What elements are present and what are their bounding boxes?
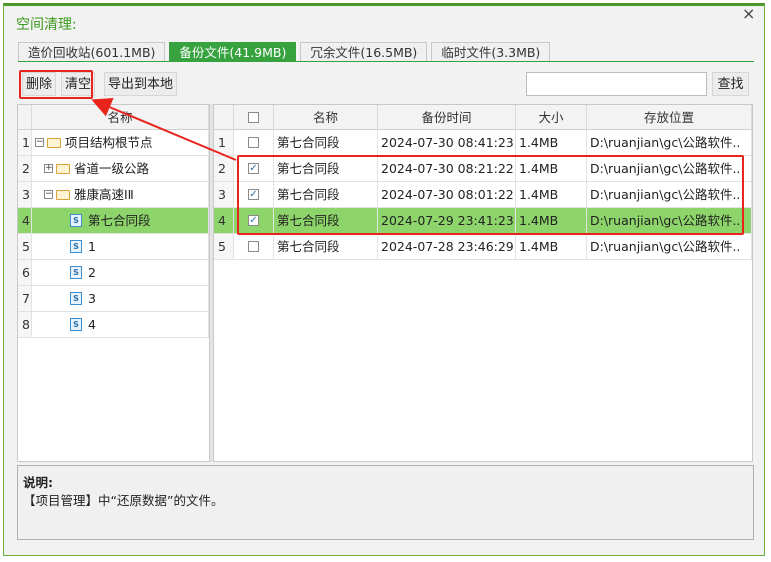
document-icon: S [70, 240, 82, 253]
document-icon: S [70, 266, 82, 279]
document-icon: S [70, 292, 82, 305]
annotation-box-toolbar [19, 70, 93, 99]
location-column-header[interactable]: 存放位置 [587, 105, 752, 130]
tree-row[interactable]: 2 + 省道一级公路 [18, 156, 209, 182]
description-panel: 说明: 【项目管理】中“还原数据”的文件。 [17, 465, 754, 540]
tree-name-header: 名称 [32, 105, 209, 130]
collapse-icon[interactable]: − [35, 138, 44, 147]
tab-backup-files[interactable]: 备份文件(41.9MB) [169, 42, 297, 62]
collapse-icon[interactable]: − [44, 190, 53, 199]
document-icon: S [70, 214, 82, 227]
export-button[interactable]: 导出到本地 [104, 72, 178, 96]
search-button[interactable]: 查找 [712, 72, 749, 96]
tree-row-selected[interactable]: 4 S 第七合同段 [18, 208, 209, 234]
description-text: 【项目管理】中“还原数据”的文件。 [23, 493, 224, 508]
tab-redundant-files[interactable]: 冗余文件(16.5MB) [300, 42, 428, 62]
document-icon: S [70, 318, 82, 331]
select-all-header [234, 105, 274, 130]
tree-rownum-header [18, 105, 32, 130]
search-input[interactable] [526, 72, 707, 96]
expand-icon[interactable]: + [44, 164, 53, 173]
description-title: 说明: [23, 475, 53, 490]
folder-icon [47, 137, 61, 148]
close-icon[interactable]: × [742, 4, 755, 23]
name-column-header[interactable]: 名称 [274, 105, 378, 130]
select-all-checkbox[interactable] [248, 112, 259, 123]
time-column-header[interactable]: 备份时间 [378, 105, 516, 130]
tree-row[interactable]: 6 S2 [18, 260, 209, 286]
table-rownum-header [214, 105, 234, 130]
tab-cost-recycle-bin[interactable]: 造价回收站(601.1MB) [18, 42, 166, 62]
tab-bar: 造价回收站(601.1MB) 备份文件(41.9MB) 冗余文件(16.5MB)… [18, 42, 554, 62]
window-title: 空间清理: [16, 17, 77, 33]
row-checkbox[interactable] [248, 241, 259, 252]
tree-row[interactable]: 8 S4 [18, 312, 209, 338]
size-column-header[interactable]: 大小 [516, 105, 587, 130]
tree-row[interactable]: 3 − 雅康高速ⅠⅡ [18, 182, 209, 208]
folder-icon [56, 163, 70, 174]
tree-row[interactable]: 5 S1 [18, 234, 209, 260]
row-checkbox[interactable] [248, 137, 259, 148]
tree-row[interactable]: 1 − 项目结构根节点 [18, 130, 209, 156]
table-row[interactable]: 5 第七合同段 2024-07-28 23:46:29 1.4MB D:\rua… [214, 234, 752, 260]
tree-pane: 名称 1 − 项目结构根节点 2 + 省道一级公路 3 − 雅康高速ⅠⅡ 4 S 第七合… [17, 104, 210, 462]
tab-temp-files[interactable]: 临时文件(3.3MB) [431, 42, 551, 62]
tree-row[interactable]: 7 S3 [18, 286, 209, 312]
table-row[interactable]: 1 第七合同段 2024-07-30 08:41:23 1.4MB D:\rua… [214, 130, 752, 156]
annotation-box-rows [237, 155, 744, 235]
tab-underline [18, 61, 754, 62]
folder-icon [56, 189, 70, 200]
